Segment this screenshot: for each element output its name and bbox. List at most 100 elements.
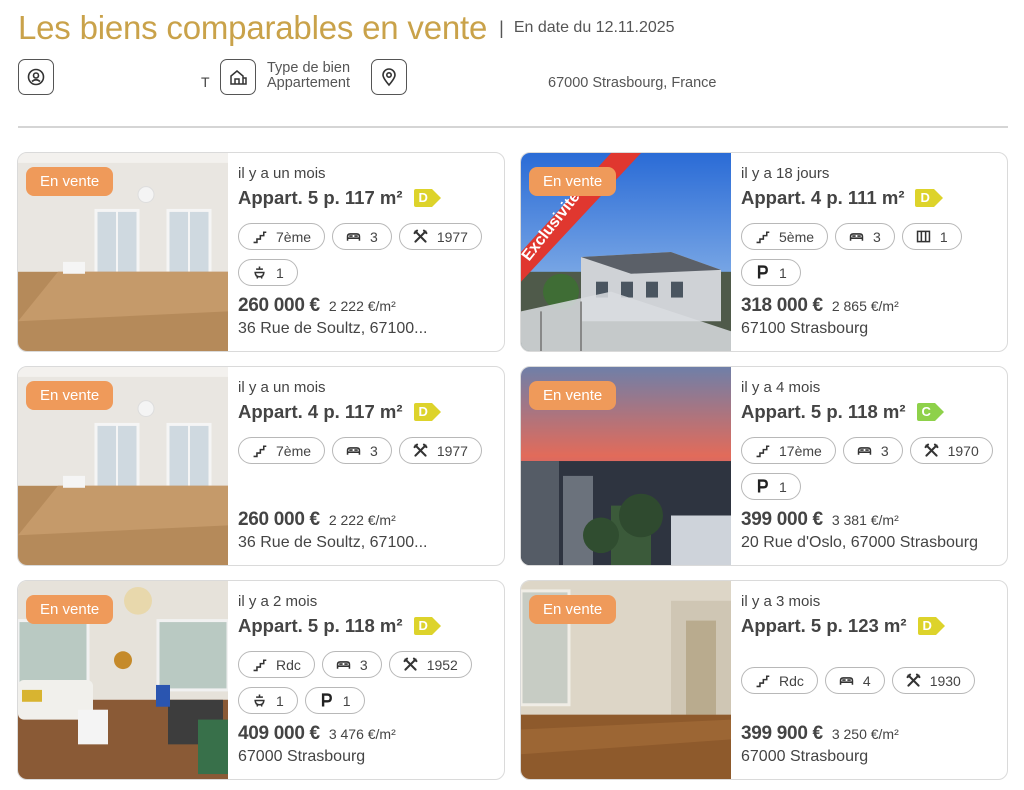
energy-label: D — [413, 403, 442, 421]
tools-icon — [412, 442, 429, 459]
building-icon — [220, 59, 256, 95]
feature-chips: 7ème 3 1977 1 — [238, 223, 500, 286]
year-value: 1977 — [436, 228, 468, 245]
status-badge: En vente — [529, 595, 617, 624]
listing-info: il y a 2 mois Appart. 5 p. 118 m² D Rdc … — [238, 581, 498, 779]
property-type-label: Type de bien — [267, 60, 351, 76]
listing-info: il y a 4 mois Appart. 5 p. 118 m² C 17èm… — [741, 367, 1001, 565]
price-per-m2: 2 865 €/m² — [831, 298, 899, 314]
price-per-m2: 3 381 €/m² — [831, 512, 899, 528]
listing-card[interactable]: Exclusivité En vente il y a 18 jours App… — [520, 152, 1008, 352]
listing-title-row: Appart. 4 p. 111 m² D — [741, 187, 944, 209]
divider — [18, 126, 1008, 128]
feature-chips: 5ème 3 1 1 — [741, 223, 1003, 286]
beds-chip: 3 — [842, 437, 903, 464]
listing-title-row: Appart. 5 p. 118 m² C — [741, 401, 945, 423]
tools-icon — [905, 672, 922, 689]
status-badge: En vente — [26, 167, 114, 196]
baths-chip: 1 — [238, 687, 298, 714]
energy-label: D — [915, 189, 944, 207]
feature-chips: 7ème 3 1977 — [238, 437, 500, 464]
listing-photo: En vente — [18, 153, 228, 351]
status-badge: En vente — [26, 381, 114, 410]
report-date: En date du 12.11.2025 — [513, 19, 675, 36]
energy-label: D — [413, 189, 442, 207]
beds-value: 3 — [370, 442, 378, 459]
beds-value: 3 — [359, 656, 368, 673]
location-pin-icon — [371, 59, 407, 95]
listing-card[interactable]: En vente il y a un mois Appart. 4 p. 117… — [17, 366, 505, 566]
price-per-m2: 2 222 €/m² — [328, 298, 396, 314]
listing-title-row: Appart. 5 p. 118 m² D — [238, 615, 442, 637]
parking-value: 1 — [342, 692, 351, 709]
price-per-m2: 3 250 €/m² — [831, 726, 899, 742]
stairs-icon — [754, 672, 771, 689]
parking-value: 1 — [779, 478, 787, 495]
parking-icon — [318, 692, 335, 709]
price-row: 318 000 € 2 865 €/m² — [741, 295, 899, 317]
user-icon — [18, 59, 54, 95]
stairs-icon — [251, 228, 268, 245]
year-chip: 1977 — [398, 223, 482, 250]
tools-icon — [923, 442, 940, 459]
price: 260 000 € — [238, 509, 320, 530]
bed-icon — [856, 442, 873, 459]
price-row: 399 000 € 3 381 €/m² — [741, 509, 899, 531]
price-row: 399 900 € 3 250 €/m² — [741, 723, 899, 745]
parking-chip: 1 — [304, 687, 365, 714]
baths-value: 1 — [276, 692, 284, 709]
beds-chip: 3 — [332, 437, 392, 464]
floor-chip: 7ème — [238, 437, 326, 464]
status-badge: En vente — [529, 381, 617, 410]
listing-card[interactable]: En vente il y a 4 mois Appart. 5 p. 118 … — [520, 366, 1008, 566]
price-row: 260 000 € 2 222 €/m² — [238, 509, 396, 531]
listing-title: Appart. 5 p. 117 m² — [238, 187, 403, 208]
page-title: Les biens comparables en vente — [18, 9, 488, 46]
address: 36 Rue de Soultz, 67100... — [238, 534, 428, 551]
beds-chip: 3 — [835, 223, 895, 250]
floor-chip: 7ème — [238, 223, 326, 250]
parking-chip: 1 — [741, 473, 801, 500]
stairs-icon — [251, 656, 268, 673]
criteria-marker: T — [201, 74, 210, 90]
price-row: 409 000 € 3 476 €/m² — [238, 723, 396, 745]
bed-icon — [838, 672, 855, 689]
listing-card[interactable]: En vente il y a un mois Appart. 5 p. 117… — [17, 152, 505, 352]
baths-value: 1 — [276, 264, 284, 281]
price-per-m2: 2 222 €/m² — [328, 512, 396, 528]
floor-chip: 17ème — [741, 437, 836, 464]
address: 67100 Strasbourg — [741, 320, 869, 337]
beds-chip: 4 — [824, 667, 885, 694]
price: 409 000 € — [238, 723, 320, 744]
listing-age: il y a un mois — [238, 379, 326, 396]
floor-value: 7ème — [276, 442, 312, 459]
year-value: 1952 — [426, 656, 458, 673]
address: 67000 Strasbourg — [741, 748, 869, 765]
listing-age: il y a 2 mois — [238, 593, 318, 610]
listing-card[interactable]: En vente il y a 2 mois Appart. 5 p. 118 … — [17, 580, 505, 780]
year-chip: 1977 — [398, 437, 482, 464]
feature-chips: Rdc 3 1952 1 1 — [238, 651, 500, 714]
listing-title: Appart. 5 p. 118 m² — [741, 401, 906, 422]
address: 36 Rue de Soultz, 67100... — [238, 320, 428, 337]
listing-card[interactable]: En vente il y a 3 mois Appart. 5 p. 123 … — [520, 580, 1008, 780]
rooms-icon — [915, 228, 932, 245]
tools-icon — [402, 656, 419, 673]
listing-age: il y a un mois — [238, 165, 326, 182]
listing-title: Appart. 4 p. 111 m² — [741, 187, 905, 208]
feature-chips: 17ème 3 1970 1 — [741, 437, 1003, 500]
rooms-chip: 1 — [901, 223, 962, 250]
feature-chips: Rdc 4 1930 — [741, 667, 1007, 694]
price: 260 000 € — [238, 295, 320, 316]
bath-icon — [251, 692, 268, 709]
address: 20 Rue d'Oslo, 67000 Strasbourg — [741, 534, 978, 551]
listing-photo: En vente — [18, 581, 228, 779]
location-value: 67000 Strasbourg, France — [548, 75, 717, 91]
listing-photo: Exclusivité En vente — [521, 153, 731, 351]
beds-value: 3 — [880, 442, 889, 459]
parking-icon — [754, 478, 771, 495]
listing-age: il y a 18 jours — [741, 165, 830, 182]
rooms-value: 1 — [939, 228, 948, 245]
price-row: 260 000 € 2 222 €/m² — [238, 295, 396, 317]
bed-icon — [345, 442, 362, 459]
